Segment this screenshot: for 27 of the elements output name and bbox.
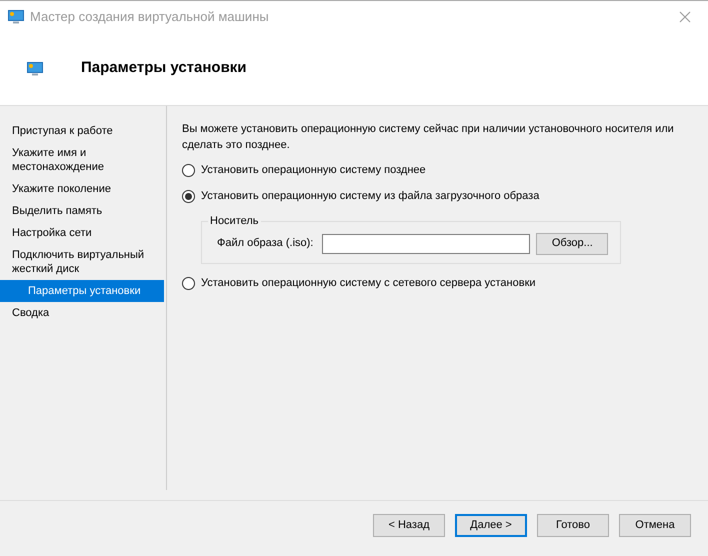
sidebar-item[interactable]: Сводка [0,302,164,324]
sidebar-item[interactable]: Выделить память [0,200,164,222]
radio-option[interactable]: Установить операционную систему из файла загрузочного образа [182,189,692,203]
sidebar-item[interactable]: Укажите поколение [0,178,164,200]
page-heading: Параметры установки [81,58,247,78]
description-text: Вы можете установить операционную систему сейчас при наличии установочного носителя или сделать это позднее. [182,122,675,153]
iso-path-field[interactable] [322,234,530,254]
sidebar-item[interactable]: Параметры установки [0,280,164,302]
radio-icon[interactable] [182,190,195,202]
wizard-button[interactable]: Отмена [619,514,691,537]
field-label: Файл образа (.iso): [217,236,314,252]
radio-option[interactable]: Установить операционную систему позднее [182,163,692,177]
sidebar-item[interactable]: Подключить виртуальный жесткий диск [0,244,164,280]
sidebar-item[interactable]: Укажите имя и местонахождение [0,142,164,178]
sidebar-item[interactable]: Приступая к работе [0,120,164,142]
wizard-button[interactable]: Далее > [455,514,527,537]
wizard-button[interactable]: < Назад [373,514,445,537]
monitor-icon [27,62,43,76]
sidebar-item[interactable]: Настройка сети [0,222,164,244]
radio-option[interactable]: Установить операционную систему с сетевого сервера установки [182,276,692,290]
radio-icon[interactable] [182,276,195,290]
window-title: Мастер создания виртуальной машины [30,8,269,26]
monitor-icon [8,10,24,24]
wizard-button[interactable]: Готово [537,514,609,537]
close-icon[interactable] [679,10,691,22]
radio-icon[interactable] [182,164,195,176]
browse-button[interactable]: Обзор... [536,232,608,254]
